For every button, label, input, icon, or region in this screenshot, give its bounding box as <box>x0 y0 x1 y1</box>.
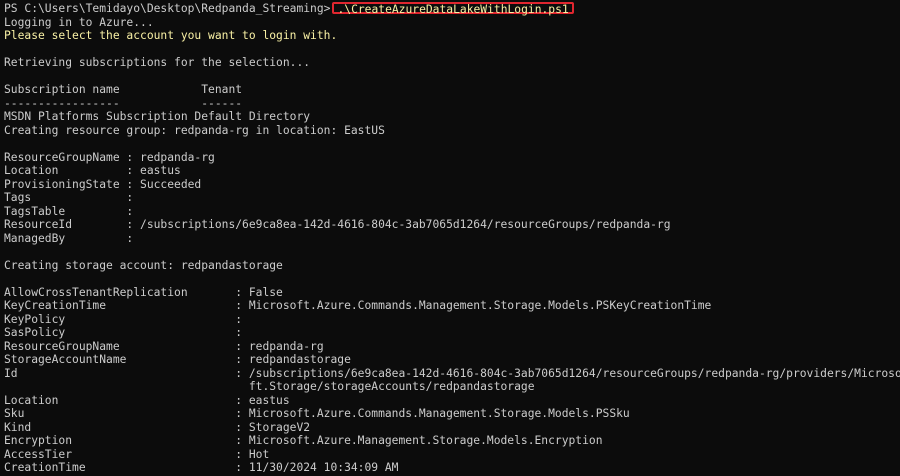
output-line: Retrieving subscriptions for the selecti… <box>4 56 311 69</box>
output-line: ResourceId : /subscriptions/6e9ca8ea-142… <box>4 218 671 231</box>
output-line: Encryption : Microsoft.Azure.Management.… <box>4 434 603 447</box>
output-line: ResourceGroupName : redpanda-rg <box>4 150 215 164</box>
command-text: .\CreateAzureDataLakeWithLogin.ps1 <box>337 3 569 16</box>
output-line: Please select the account you want to lo… <box>4 29 338 42</box>
output-line: ProvisioningState : Succeeded <box>4 177 202 191</box>
output-line: Logging in to Azure... <box>4 15 154 29</box>
output-line: ft.Storage/storageAccounts/redpandastora… <box>4 380 535 393</box>
output-line: Id : /subscriptions/6e9ca8ea-142d-4616-8… <box>4 366 900 380</box>
output-line: Kind : StorageV2 <box>4 420 311 434</box>
output-line: SasPolicy : <box>4 326 243 339</box>
command-highlight-box: .\CreateAzureDataLakeWithLogin.ps1 <box>332 2 574 16</box>
output-line: Location : eastus <box>4 393 290 407</box>
output-line: ManagedBy : <box>4 231 134 245</box>
terminal-output: Logging in to Azure... Please select the … <box>4 16 900 475</box>
output-line: KeyPolicy : <box>4 312 243 326</box>
output-line: CreationTime : 11/30/2024 10:34:09 AM <box>4 461 399 474</box>
output-line: AccessTier : Hot <box>4 447 270 461</box>
output-line: ResourceGroupName : redpanda-rg <box>4 339 324 353</box>
output-line: Creating resource group: redpanda-rg in … <box>4 123 385 137</box>
output-line: StorageAccountName : redpandastorage <box>4 353 351 366</box>
terminal-window[interactable]: PS C:\Users\Temidayo\Desktop\Redpanda_St… <box>0 0 900 476</box>
output-line: MSDN Platforms Subscription Default Dire… <box>4 110 311 123</box>
output-line: AllowCrossTenantReplication : False <box>4 285 283 299</box>
output-line: ----------------- ------ <box>4 96 243 110</box>
output-line: Location : eastus <box>4 164 181 177</box>
output-line: Sku : Microsoft.Azure.Commands.Managemen… <box>4 407 630 420</box>
prompt-text: PS C:\Users\Temidayo\Desktop\Redpanda_St… <box>4 2 331 15</box>
output-line: KeyCreationTime : Microsoft.Azure.Comman… <box>4 299 712 312</box>
output-line: TagsTable : <box>4 204 134 218</box>
output-line: Creating storage account: redpandastorag… <box>4 258 283 272</box>
output-line: Subscription name Tenant <box>4 83 243 96</box>
output-line: Tags : <box>4 191 134 204</box>
prompt-line: PS C:\Users\Temidayo\Desktop\Redpanda_St… <box>4 2 900 16</box>
